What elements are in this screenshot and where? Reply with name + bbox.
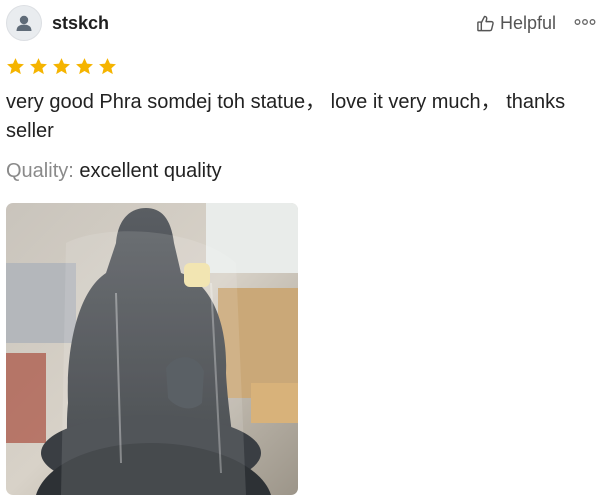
star-rating <box>6 57 117 76</box>
helpful-button[interactable]: Helpful <box>476 12 556 34</box>
review-photo[interactable] <box>6 203 298 495</box>
more-options-icon <box>574 15 596 32</box>
helpful-label: Helpful <box>500 13 557 33</box>
star-icon <box>99 58 116 75</box>
reviewer-name[interactable]: stskch <box>52 13 109 33</box>
star-icon <box>76 58 93 75</box>
star-icon <box>7 58 24 75</box>
star-icon <box>30 58 47 75</box>
review-card: stskch Helpful very good Phra somdej toh… <box>0 0 600 500</box>
star-icon <box>53 58 70 75</box>
user-avatar-icon[interactable] <box>6 5 42 41</box>
quality-value: excellent quality <box>79 160 222 182</box>
review-text: very good Phra somdej toh statue， love i… <box>6 91 566 142</box>
thumbs-up-icon <box>476 14 495 33</box>
quality-label: Quality: <box>6 160 74 182</box>
more-options-button[interactable] <box>574 15 596 33</box>
quality-attribute: Quality: excellent quality <box>6 158 222 184</box>
